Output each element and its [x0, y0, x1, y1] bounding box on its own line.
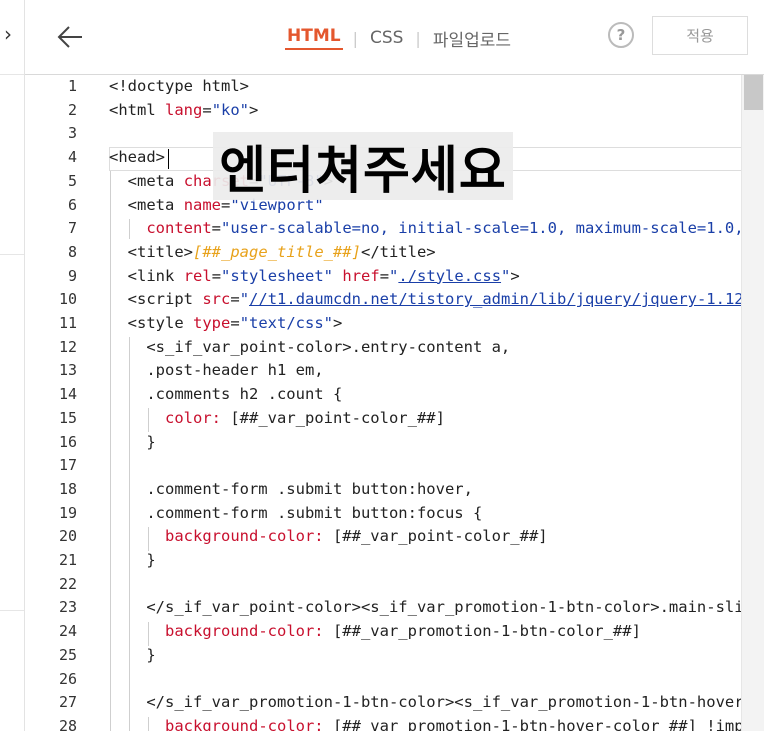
code-text[interactable]: <title>[##_page_title_##]</title> [109, 241, 436, 265]
line-number: 4 [67, 148, 77, 167]
text-caret [168, 149, 169, 169]
code-text[interactable]: <s_if_var_point-color>.entry-content a, [109, 336, 510, 360]
overlay-caption: 엔터쳐주세요 [213, 132, 513, 201]
line-number: 12 [58, 337, 77, 356]
code-line[interactable]: 15 color: [##_var_point-color_##] [25, 407, 764, 431]
code-line[interactable]: 11 <style type="text/css"> [25, 312, 764, 336]
code-line[interactable]: 13 .post-header h1 em, [25, 359, 764, 383]
code-line[interactable]: 21 } [25, 549, 764, 573]
line-number: 15 [58, 408, 77, 427]
code-line[interactable]: 20 background-color: [##_var_point-color… [25, 525, 764, 549]
line-number: 14 [58, 385, 77, 404]
line-number: 27 [58, 693, 77, 712]
code-text[interactable]: </s_if_var_point-color><s_if_var_promoti… [109, 596, 764, 620]
editor-header: HTML | CSS | 파일업로드 ? 적용 [25, 0, 764, 75]
arrow-left-icon [57, 26, 82, 48]
line-number: 6 [67, 195, 77, 214]
code-text[interactable]: <script src="//t1.daumcdn.net/tistory_ad… [109, 288, 764, 312]
code-text[interactable]: <head> [109, 146, 165, 170]
line-number: 17 [58, 456, 77, 475]
code-text[interactable]: <style type="text/css"> [109, 312, 343, 336]
code-line[interactable]: 12 <s_if_var_point-color>.entry-content … [25, 336, 764, 360]
code-text[interactable]: <link rel="stylesheet" href="./style.css… [109, 265, 520, 289]
code-text[interactable]: } [109, 644, 155, 668]
editor-tabs: HTML | CSS | 파일업로드 [285, 26, 513, 51]
code-line[interactable]: 1 <!doctype html> [25, 75, 764, 99]
code-line[interactable]: 10 <script src="//t1.daumcdn.net/tistory… [25, 288, 764, 312]
line-number: 7 [67, 219, 77, 238]
code-line[interactable]: 7 content="user-scalable=no, initial-sca… [25, 217, 764, 241]
code-line[interactable]: 27 </s_if_var_promotion-1-btn-color><s_i… [25, 691, 764, 715]
code-text[interactable]: color: [##_var_point-color_##] [109, 407, 445, 431]
code-text[interactable]: } [109, 549, 155, 573]
code-line[interactable]: 17 [25, 454, 764, 478]
code-text[interactable]: .comment-form .submit button:hover, [109, 478, 473, 502]
code-line[interactable]: 25 } [25, 644, 764, 668]
line-number: 1 [67, 77, 77, 95]
code-text[interactable]: content="user-scalable=no, initial-scale… [109, 217, 764, 241]
code-text[interactable]: </s_if_var_promotion-1-btn-color><s_if_v… [109, 691, 764, 715]
code-line[interactable]: 22 [25, 573, 764, 597]
code-line[interactable]: 9 <link rel="stylesheet" href="./style.c… [25, 265, 764, 289]
line-number: 23 [58, 598, 77, 617]
line-number: 11 [58, 314, 77, 332]
code-line[interactable]: 16 } [25, 431, 764, 455]
code-line[interactable]: 28 background-color: [##_var_promotion-1… [25, 715, 764, 731]
code-text[interactable]: background-color: [##_var_point-color_##… [109, 525, 548, 549]
line-number: 22 [58, 574, 77, 593]
line-number: 8 [67, 242, 77, 261]
tab-file-upload[interactable]: 파일업로드 [431, 26, 513, 51]
line-number: 25 [58, 645, 77, 664]
line-number: 3 [67, 124, 77, 143]
line-number: 18 [58, 479, 77, 498]
apply-button[interactable]: 적용 [652, 16, 748, 55]
line-number: 28 [58, 716, 77, 731]
code-text[interactable]: .post-header h1 em, [109, 359, 323, 383]
chevron-right-icon[interactable]: › [4, 22, 12, 46]
code-line[interactable]: 2 <html lang="ko"> [25, 99, 764, 123]
code-text[interactable]: } [109, 431, 155, 455]
back-button[interactable] [55, 22, 85, 52]
code-text[interactable]: background-color: [##_var_promotion-1-bt… [109, 715, 764, 731]
code-line[interactable]: 26 [25, 668, 764, 692]
scrollbar-thumb[interactable] [744, 75, 763, 110]
line-number: 10 [58, 290, 77, 309]
code-line[interactable]: 8 <title>[##_page_title_##]</title> [25, 241, 764, 265]
line-number: 20 [58, 527, 77, 546]
divider [0, 610, 24, 611]
tab-separator: | [352, 28, 358, 48]
code-text[interactable]: background-color: [##_var_promotion-1-bt… [109, 620, 641, 644]
line-number: 13 [58, 361, 77, 380]
code-text[interactable]: .comments h2 .count { [109, 383, 342, 407]
code-text[interactable]: <html lang="ko"> [109, 99, 258, 123]
line-number: 26 [58, 669, 77, 688]
code-text[interactable]: <!doctype html> [109, 75, 249, 99]
line-number: 9 [67, 266, 77, 285]
line-number: 5 [67, 171, 77, 190]
vertical-scrollbar[interactable] [741, 75, 764, 731]
line-number: 19 [58, 503, 77, 522]
code-line[interactable]: 24 background-color: [##_var_promotion-1… [25, 620, 764, 644]
help-button[interactable]: ? [608, 22, 634, 48]
line-number: 2 [67, 100, 77, 119]
left-panel: › [0, 0, 25, 731]
code-line[interactable]: 18 .comment-form .submit button:hover, [25, 478, 764, 502]
tab-css[interactable]: CSS [368, 28, 405, 48]
code-line[interactable]: 19 .comment-form .submit button:focus { [25, 502, 764, 526]
divider [0, 254, 24, 255]
code-line[interactable]: 14 .comments h2 .count { [25, 383, 764, 407]
line-number: 16 [58, 432, 77, 451]
line-number: 21 [58, 551, 77, 569]
code-line[interactable]: 23 </s_if_var_point-color><s_if_var_prom… [25, 596, 764, 620]
code-text[interactable]: .comment-form .submit button:focus { [109, 502, 482, 526]
line-number: 24 [58, 622, 77, 641]
tab-html[interactable]: HTML [285, 26, 343, 50]
tab-separator: | [415, 28, 421, 48]
divider [0, 74, 24, 75]
